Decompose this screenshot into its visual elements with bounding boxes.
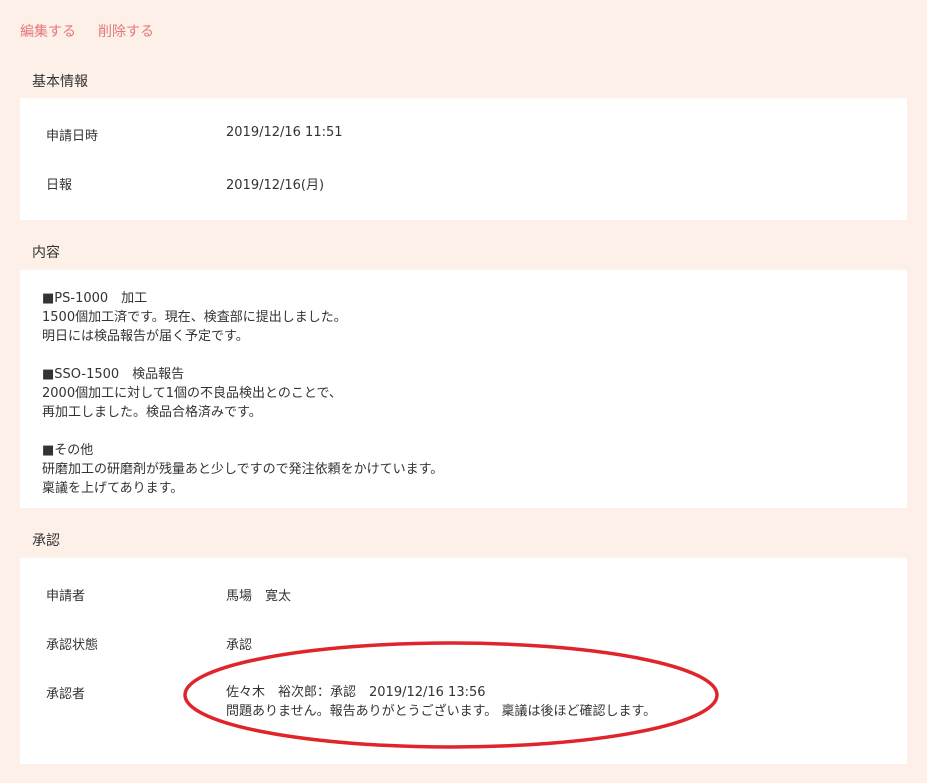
approver-line: 佐々木 裕次郎：承認 2019/12/16 13:56 <box>226 685 486 700</box>
content-heading: 内容 <box>32 245 60 261</box>
content-body: ■PS-1000 加工 1500個加工済です。現在、検査部に提出しました。 明日… <box>42 291 444 496</box>
approval-heading: 承認 <box>32 533 60 549</box>
approval-status-label: 承認状態 <box>46 638 99 653</box>
approval-status-value: 承認 <box>226 638 253 653</box>
approver-comment: 問題ありません。報告ありがとうございます。 稟議は後ほど確認します。 <box>226 704 657 719</box>
daily-report-value: 2019/12/16(月) <box>226 178 325 193</box>
action-links: 編集する 削除する <box>20 21 154 41</box>
content-card: ■PS-1000 加工 1500個加工済です。現在、検査部に提出しました。 明日… <box>20 270 907 508</box>
approver-label: 承認者 <box>46 687 86 702</box>
approver-details: 佐々木 裕次郎：承認 2019/12/16 13:56 問題ありません。報告あり… <box>226 683 656 721</box>
edit-link[interactable]: 編集する <box>20 21 76 41</box>
delete-link[interactable]: 削除する <box>98 21 154 41</box>
applied-at-value: 2019/12/16 11:51 <box>226 125 343 140</box>
approval-card: 申請者 馬場 寛太 承認状態 承認 承認者 佐々木 裕次郎：承認 2019/12… <box>20 558 907 764</box>
basic-info-heading: 基本情報 <box>32 74 88 90</box>
daily-report-label: 日報 <box>46 178 73 193</box>
applied-at-label: 申請日時 <box>46 129 99 144</box>
basic-info-card: 申請日時 2019/12/16 11:51 日報 2019/12/16(月) <box>20 98 907 220</box>
applicant-label: 申請者 <box>46 589 86 604</box>
applicant-value: 馬場 寛太 <box>226 589 292 604</box>
